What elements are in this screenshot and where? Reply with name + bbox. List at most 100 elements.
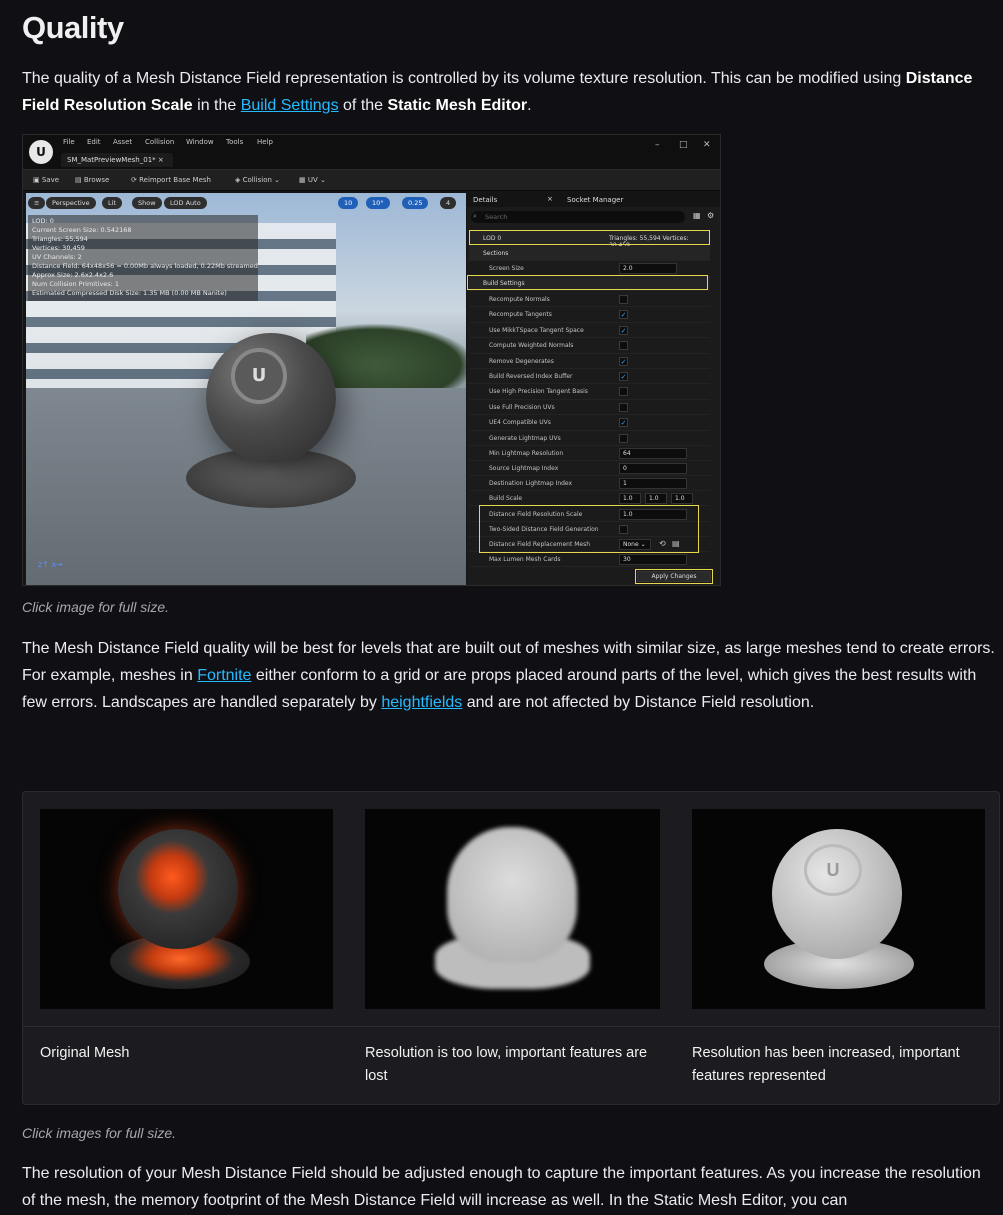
gallery-caption: Click images for full size. [22, 1125, 177, 1141]
build-setting-checkbox[interactable]: ✓ [619, 372, 628, 381]
viewport[interactable]: U ≡ Perspective Lit Show LOD Auto 10 10°… [26, 193, 466, 585]
highlight-build-settings [467, 275, 708, 290]
build-setting-label: Use MikkTSpace Tangent Space [489, 326, 584, 334]
show-button[interactable]: Show [132, 197, 162, 209]
unreal-emblem-icon: U [804, 844, 862, 896]
editor-toolbar: ▣ Save ▤ Browse ⟳ Reimport Base Mesh ◈ C… [23, 169, 720, 191]
menu-collision[interactable]: Collision [145, 138, 174, 146]
min-lightmap-row: Min Lightmap Resolution 64 [469, 446, 710, 462]
details-search-input[interactable]: Search [471, 211, 685, 223]
camera-speed-button[interactable]: 4 [440, 197, 457, 209]
asset-tab[interactable]: SM_MatPreviewMesh_01* × [61, 153, 173, 167]
original-mesh-image[interactable] [40, 809, 333, 1009]
collision-dropdown[interactable]: ◈ Collision ⌄ [235, 176, 280, 184]
unreal-logo-icon: U [29, 140, 53, 164]
viewport-stats: LOD: 0 Current Screen Size: 0.542168 Tri… [28, 215, 258, 301]
build-setting-checkbox[interactable]: ✓ [619, 418, 628, 428]
build-setting-row: Remove Degenerates ✓ [469, 354, 710, 369]
menu-asset[interactable]: Asset [113, 138, 132, 146]
minimize-icon[interactable]: – [655, 140, 660, 150]
build-setting-label: Use High Precision Tangent Basis [489, 388, 588, 396]
rotation-snap-button[interactable]: 10° [366, 197, 390, 209]
min-lightmap-input[interactable]: 64 [619, 448, 687, 459]
static-mesh-editor-screenshot[interactable]: U File Edit Asset Collision Window Tools… [22, 134, 721, 586]
build-setting-checkbox[interactable] [619, 341, 628, 351]
lod-auto-button[interactable]: LOD Auto [164, 197, 207, 209]
reimport-button[interactable]: ⟳ Reimport Base Mesh [131, 176, 211, 184]
sections-header[interactable]: Sections [469, 246, 710, 262]
save-button[interactable]: ▣ Save [33, 176, 59, 184]
build-scale-z-input[interactable]: 1.0 [671, 493, 693, 504]
gallery-caption-high: Resolution has been increased, important… [692, 1045, 960, 1084]
image-caption: Click image for full size. [22, 599, 170, 615]
low-resolution-image[interactable] [365, 809, 660, 1009]
menu-tools[interactable]: Tools [226, 138, 243, 146]
build-scale-x-input[interactable]: 1.0 [619, 493, 641, 504]
close-window-icon[interactable]: ✕ [703, 140, 711, 150]
socket-manager-tab[interactable]: Socket Manager [567, 196, 623, 204]
gallery-divider [23, 1026, 999, 1027]
resolution-paragraph: The resolution of your Mesh Distance Fie… [22, 1165, 981, 1209]
build-setting-checkbox[interactable]: ✓ [619, 325, 628, 335]
build-setting-checkbox[interactable] [619, 295, 628, 304]
browse-button[interactable]: ▤ Browse [75, 176, 109, 184]
editor-menubar: U File Edit Asset Collision Window Tools… [23, 135, 720, 169]
menu-window[interactable]: Window [186, 138, 214, 146]
details-panel: Details × Socket Manager Search ⌕ ▦ ⚙ LO… [467, 193, 720, 585]
dest-lightmap-row: Destination Lightmap Index 1 [469, 476, 710, 492]
build-setting-checkbox[interactable] [619, 402, 628, 412]
viewport-menu-icon[interactable]: ≡ [28, 197, 46, 209]
build-setting-label: Build Reversed Index Buffer [489, 373, 573, 380]
perspective-button[interactable]: Perspective [46, 197, 96, 209]
build-setting-row: Recompute Normals [469, 292, 710, 308]
grid-view-icon[interactable]: ▦ [693, 211, 701, 220]
menu-edit[interactable]: Edit [87, 138, 101, 146]
intro-paragraph: The quality of a Mesh Distance Field rep… [22, 70, 973, 114]
build-setting-label: UE4 Compatible UVs [489, 419, 551, 427]
grid-snap-button[interactable]: 10 [338, 197, 359, 209]
build-scale-y-input[interactable]: 1.0 [645, 493, 667, 504]
menu-file[interactable]: File [63, 138, 75, 146]
close-tab-icon[interactable]: × [158, 156, 164, 164]
build-setting-label: Recompute Tangents [489, 311, 552, 319]
lumen-cards-row: Max Lumen Mesh Cards 30 [469, 552, 710, 568]
bold-static-mesh-editor: Static Mesh Editor [387, 97, 528, 114]
screen-size-input[interactable]: 2.0 [619, 263, 677, 274]
scale-snap-button[interactable]: 0.25 [402, 197, 429, 209]
settings-gear-icon[interactable]: ⚙ [707, 211, 714, 220]
source-lightmap-row: Source Lightmap Index 0 [469, 461, 710, 477]
build-setting-checkbox[interactable] [619, 433, 628, 443]
uv-dropdown[interactable]: ▦ UV ⌄ [299, 176, 326, 184]
menu-help[interactable]: Help [257, 138, 273, 146]
source-lightmap-input[interactable]: 0 [619, 463, 687, 474]
original-sphere [118, 829, 238, 949]
highlight-apply [635, 569, 713, 584]
build-setting-row: Recompute Tangents ✓ [469, 307, 710, 323]
build-setting-row: Use Full Precision UVs [469, 400, 710, 416]
axis-gizmo-icon: z↑ x→ [38, 560, 63, 569]
highlight-lod [469, 230, 710, 245]
close-details-icon[interactable]: × [547, 195, 553, 203]
build-setting-label: Compute Weighted Normals [489, 342, 574, 350]
build-setting-row: Use MikkTSpace Tangent Space ✓ [469, 323, 710, 339]
build-setting-label: Remove Degenerates [489, 357, 554, 365]
gallery-caption-low: Resolution is too low, important feature… [365, 1045, 648, 1084]
build-setting-checkbox[interactable]: ✓ [619, 356, 628, 366]
lit-button[interactable]: Lit [102, 197, 122, 209]
heightfields-link[interactable]: heightfields [381, 694, 462, 711]
high-resolution-image[interactable]: U [692, 809, 985, 1009]
build-settings-link[interactable]: Build Settings [241, 97, 339, 114]
details-tab[interactable]: Details [473, 196, 497, 204]
build-setting-row: Use High Precision Tangent Basis [469, 384, 710, 400]
dest-lightmap-input[interactable]: 1 [619, 478, 687, 489]
build-setting-checkbox[interactable] [619, 387, 628, 397]
build-setting-row: UE4 Compatible UVs ✓ [469, 415, 710, 431]
fortnite-link[interactable]: Fortnite [197, 667, 251, 684]
build-setting-label: Generate Lightmap UVs [489, 434, 561, 442]
build-setting-row: Generate Lightmap UVs [469, 431, 710, 446]
lumen-cards-input[interactable]: 30 [619, 554, 687, 565]
maximize-icon[interactable]: □ [679, 140, 688, 150]
build-setting-label: Recompute Normals [489, 296, 550, 303]
build-setting-row: Build Reversed Index Buffer ✓ [469, 369, 710, 385]
build-setting-checkbox[interactable]: ✓ [619, 310, 628, 320]
